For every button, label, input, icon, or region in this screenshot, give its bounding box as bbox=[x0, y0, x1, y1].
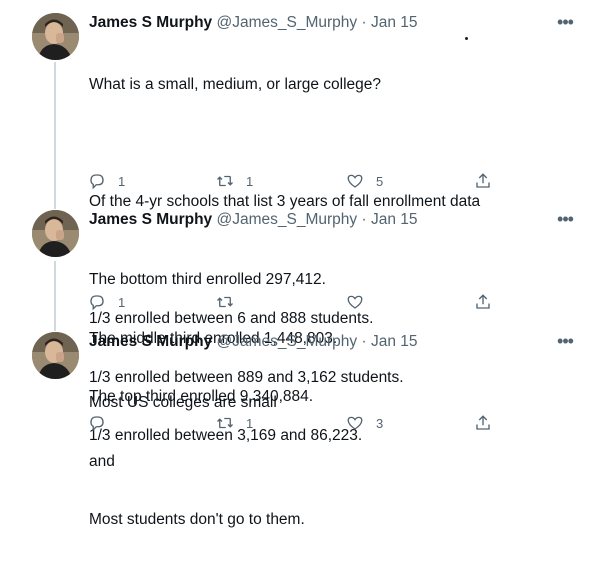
reply-count: 1 bbox=[118, 173, 126, 189]
like-button[interactable] bbox=[346, 291, 376, 313]
like-button[interactable]: 3 bbox=[346, 412, 383, 434]
retweet-icon bbox=[217, 175, 233, 187]
reply-button[interactable]: 1 bbox=[88, 291, 125, 313]
tweet-line bbox=[89, 134, 480, 154]
tweet-date[interactable]: Jan 15 bbox=[371, 333, 418, 350]
more-horizontal-icon[interactable]: ••• bbox=[557, 210, 574, 231]
reply-count: 1 bbox=[118, 294, 126, 310]
retweet-button[interactable]: 1 bbox=[216, 412, 253, 434]
tweet-actions: 1 3 bbox=[88, 412, 508, 434]
tweet-actions: 1 1 5 bbox=[88, 170, 508, 192]
author-name[interactable]: James S Murphy bbox=[89, 14, 212, 31]
tweet-line: What is a small, medium, or large colleg… bbox=[89, 76, 382, 93]
share-button[interactable] bbox=[474, 412, 492, 434]
author-handle[interactable]: @James_S_Murphy bbox=[217, 333, 358, 350]
reply-icon bbox=[90, 174, 104, 190]
retweet-icon bbox=[217, 417, 233, 429]
separator: · bbox=[361, 333, 367, 350]
tweet-date[interactable]: Jan 15 bbox=[371, 14, 418, 31]
share-icon bbox=[476, 173, 490, 188]
avatar[interactable] bbox=[32, 13, 79, 60]
retweet-count: 1 bbox=[246, 415, 254, 431]
tweet-line: Most US colleges are small bbox=[89, 394, 277, 411]
reply-icon bbox=[90, 295, 104, 311]
heart-icon bbox=[347, 416, 363, 430]
thread-line bbox=[54, 62, 56, 204]
reply-button[interactable] bbox=[88, 412, 118, 434]
retweet-button[interactable] bbox=[216, 291, 246, 313]
tweet-1[interactable]: James S Murphy @James_S_Murphy · Jan 15 … bbox=[0, 0, 600, 444]
thread-line bbox=[54, 261, 56, 326]
avatar[interactable] bbox=[32, 210, 79, 257]
like-count: 3 bbox=[376, 415, 384, 431]
separator: · bbox=[361, 211, 367, 228]
heart-icon bbox=[347, 295, 363, 309]
retweet-button[interactable]: 1 bbox=[216, 170, 253, 192]
like-count: 5 bbox=[376, 173, 384, 189]
stray-dot bbox=[465, 37, 468, 40]
author-handle[interactable]: @James_S_Murphy bbox=[217, 211, 358, 228]
tweet-text: Most US colleges are small and Most stud… bbox=[89, 354, 305, 569]
retweet-icon bbox=[217, 296, 233, 308]
tweet-date[interactable]: Jan 15 bbox=[371, 211, 418, 228]
retweet-count: 1 bbox=[246, 173, 254, 189]
like-button[interactable]: 5 bbox=[346, 170, 383, 192]
author-name[interactable]: James S Murphy bbox=[89, 211, 212, 228]
more-horizontal-icon[interactable]: ••• bbox=[557, 332, 574, 353]
tweet-actions: 1 bbox=[88, 291, 508, 313]
author-name[interactable]: James S Murphy bbox=[89, 333, 212, 350]
tweet-line: Most students don't go to them. bbox=[89, 511, 305, 528]
tweet-header: James S Murphy @James_S_Murphy · Jan 15 bbox=[89, 210, 418, 230]
tweet-line: and bbox=[89, 452, 115, 470]
author-handle[interactable]: @James_S_Murphy bbox=[217, 14, 358, 31]
tweet-header: James S Murphy @James_S_Murphy · Jan 15 bbox=[89, 332, 418, 352]
tweet-header: James S Murphy @James_S_Murphy · Jan 15 bbox=[89, 13, 418, 33]
more-horizontal-icon[interactable]: ••• bbox=[557, 13, 574, 34]
avatar[interactable] bbox=[32, 332, 79, 379]
thread-line bbox=[54, 204, 56, 209]
tweet-line: The bottom third enrolled 297,412. bbox=[89, 271, 326, 288]
tweet-3[interactable]: James S Murphy @James_S_Murphy · Jan 15 … bbox=[0, 326, 600, 528]
share-icon bbox=[476, 415, 490, 430]
share-icon bbox=[476, 294, 490, 309]
thread-line bbox=[54, 326, 56, 331]
reply-button[interactable]: 1 bbox=[88, 170, 125, 192]
share-button[interactable] bbox=[474, 291, 492, 313]
separator: · bbox=[361, 14, 367, 31]
heart-icon bbox=[347, 174, 363, 188]
tweet-2[interactable]: James S Murphy @James_S_Murphy · Jan 15 … bbox=[0, 204, 600, 405]
reply-icon bbox=[90, 416, 104, 432]
share-button[interactable] bbox=[474, 170, 492, 192]
